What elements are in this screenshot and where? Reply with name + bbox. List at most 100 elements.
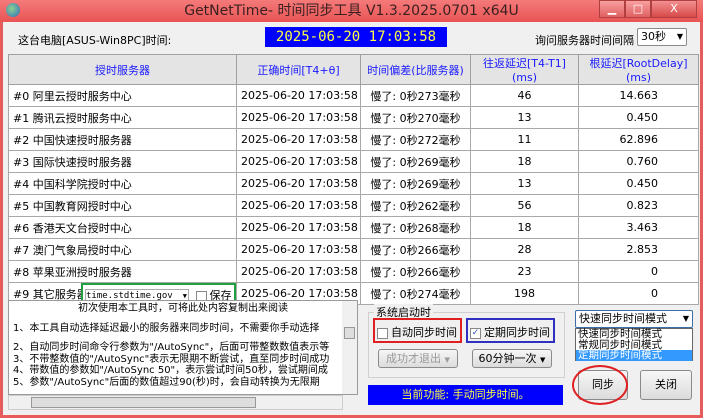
root-delay: 0.450: [578, 172, 699, 195]
time-offset: 慢了: 0秒266毫秒: [360, 238, 471, 261]
readme-title: 初次使用本工具时，可将此处内容复制出来阅读: [78, 303, 288, 314]
interval-label: 询问服务器时间间隔: [535, 34, 634, 47]
column-header[interactable]: 往返延迟[T4-T1](ms): [470, 54, 579, 85]
auto-sync-label: 自动同步时间: [391, 326, 457, 339]
round-trip-delay: 18: [470, 216, 579, 239]
column-header[interactable]: 时间偏差(比服务器): [360, 54, 471, 85]
server-name: #6 香港天文台授时中心: [8, 216, 237, 239]
pc-time-label: 这台电脑[ASUS-Win8PC]时间:: [18, 34, 172, 47]
correct-time: 2025-06-20 17:03:58: [236, 216, 361, 239]
table-row[interactable]: #5 中国教育网授时中心 2025-06-20 17:03:58 慢了: 0秒2…: [8, 194, 699, 217]
title-bar: GetNetTime- 时间同步工具 V1.3.2025.0701 x64U ▁…: [0, 0, 703, 22]
horizontal-scrollbar[interactable]: [8, 395, 343, 410]
periodic-sync-label: 定期同步时间: [484, 326, 550, 339]
mode-dropdown-list: 快速同步时间模式 常规同步时间模式 定期同步时间模式: [575, 328, 693, 361]
root-delay: 0.823: [578, 194, 699, 217]
time-offset: 慢了: 0秒270毫秒: [360, 106, 471, 129]
chevron-down-icon: ▼: [540, 356, 546, 364]
maximize-button[interactable]: □: [625, 0, 651, 18]
round-trip-delay: 46: [470, 84, 579, 107]
checkbox-icon: [377, 327, 388, 339]
correct-time: 2025-06-20 17:03:58: [236, 150, 361, 173]
time-offset: 慢了: 0秒269毫秒: [360, 150, 471, 173]
time-offset: 慢了: 0秒273毫秒: [360, 84, 471, 107]
round-trip-delay: 28: [470, 238, 579, 261]
exit-option-value: 成功才退出: [386, 352, 442, 365]
server-name: #7 澳门气象局授时中心: [8, 238, 237, 261]
table-row[interactable]: #0 阿里云授时服务中心 2025-06-20 17:03:58 慢了: 0秒2…: [8, 84, 699, 107]
round-trip-delay: 13: [470, 172, 579, 195]
time-offset: 慢了: 0秒269毫秒: [360, 172, 471, 195]
table-row[interactable]: #7 澳门气象局授时中心 2025-06-20 17:03:58 慢了: 0秒2…: [8, 238, 699, 261]
round-trip-delay: 11: [470, 128, 579, 151]
table-row[interactable]: #1 腾讯云授时服务中心 2025-06-20 17:03:58 慢了: 0秒2…: [8, 106, 699, 129]
chevron-down-icon: ▼: [444, 356, 450, 364]
correct-time: 2025-06-20 17:03:58: [236, 84, 361, 107]
local-clock: 2025-06-20 17:03:58: [265, 27, 447, 47]
server-table: 授时服务器 正确时间[T4+θ] 时间偏差(比服务器) 往返延迟[T4-T1](ms)…: [8, 54, 699, 305]
correct-time: 2025-06-20 17:03:58: [236, 260, 361, 283]
sync-highlight-circle: [572, 365, 628, 405]
round-trip-delay: 18: [470, 150, 579, 173]
mode-option[interactable]: 快速同步时间模式: [576, 329, 692, 340]
server-name: #0 阿里云授时服务中心: [8, 84, 237, 107]
server-name: #8 苹果亚洲授时服务器: [8, 260, 237, 283]
window-title: GetNetTime- 时间同步工具 V1.3.2025.0701 x64U: [184, 3, 519, 19]
readme-line: 2、自动同步时间命令行参数为"/AutoSync"，后面可带整数数值表示等: [13, 342, 330, 353]
server-name: #4 中国科学院授时中心: [8, 172, 237, 195]
auto-sync-checkbox[interactable]: 自动同步时间: [373, 318, 462, 343]
minimize-button[interactable]: ▁: [599, 0, 625, 18]
time-offset: 慢了: 0秒274毫秒: [360, 282, 471, 305]
round-trip-delay: 23: [470, 260, 579, 283]
table-row[interactable]: #2 中国快速授时服务器 2025-06-20 17:03:58 慢了: 0秒2…: [8, 128, 699, 151]
server-name: #1 腾讯云授时服务中心: [8, 106, 237, 129]
time-offset: 慢了: 0秒268毫秒: [360, 216, 471, 239]
mode-option[interactable]: 定期同步时间模式: [576, 350, 692, 361]
readme-textarea[interactable]: 初次使用本工具时，可将此处内容复制出来阅读 1、本工具自动选择延迟最小的服务器来…: [8, 300, 358, 395]
table-row[interactable]: #4 中国科学院授时中心 2025-06-20 17:03:58 慢了: 0秒2…: [8, 172, 699, 195]
root-delay: 3.463: [578, 216, 699, 239]
interval-value: 30秒: [641, 30, 666, 43]
close-window-button[interactable]: X: [651, 0, 697, 18]
periodic-sync-checkbox[interactable]: ✓ 定期同步时间: [466, 318, 555, 343]
mode-value: 快速同步时间模式: [579, 312, 667, 325]
table-row[interactable]: #3 国际快速授时服务器 2025-06-20 17:03:58 慢了: 0秒2…: [8, 150, 699, 173]
root-delay: 2.853: [578, 238, 699, 261]
status-bar: 当前功能: 手动同步时间。: [368, 385, 563, 405]
exit-option-select[interactable]: 成功才退出 ▼: [378, 349, 458, 368]
correct-time: 2025-06-20 17:03:58: [236, 194, 361, 217]
chevron-down-icon: ▼: [676, 32, 683, 41]
time-offset: 慢了: 0秒266毫秒: [360, 260, 471, 283]
globe-icon: [6, 3, 20, 17]
server-name: #5 中国教育网授时中心: [8, 194, 237, 217]
root-delay: 0: [578, 282, 699, 305]
close-button[interactable]: 关闭: [640, 370, 692, 400]
interval-select[interactable]: 30秒 ▼: [637, 28, 687, 46]
period-value: 60分钟一次: [478, 352, 537, 365]
correct-time: 2025-06-20 17:03:58: [236, 106, 361, 129]
table-row[interactable]: #8 苹果亚洲授时服务器 2025-06-20 17:03:58 慢了: 0秒2…: [8, 260, 699, 283]
correct-time: 2025-06-20 17:03:58: [236, 238, 361, 261]
custom-server-label: #9 其它服务器: [13, 287, 88, 301]
vertical-scrollbar[interactable]: [342, 301, 357, 394]
readme-line: 5、参数"/AutoSync"后面的数值超过90(秒)时，会自动转换为无限期: [13, 376, 320, 388]
round-trip-delay: 198: [470, 282, 579, 305]
root-delay: 0: [578, 260, 699, 283]
root-delay: 14.663: [578, 84, 699, 107]
correct-time: 2025-06-20 17:03:58: [236, 172, 361, 195]
mode-select[interactable]: 快速同步时间模式 ▼: [575, 310, 693, 328]
server-name: #3 国际快速授时服务器: [8, 150, 237, 173]
root-delay: 0.450: [578, 106, 699, 129]
table-row[interactable]: #6 香港天文台授时中心 2025-06-20 17:03:58 慢了: 0秒2…: [8, 216, 699, 239]
column-header[interactable]: 根延迟[RootDelay](ms): [578, 54, 699, 85]
readme-line: 1、本工具自动选择延迟最小的服务器来同步时间，不需要你手动选择: [13, 322, 320, 334]
time-offset: 慢了: 0秒262毫秒: [360, 194, 471, 217]
round-trip-delay: 13: [470, 106, 579, 129]
time-offset: 慢了: 0秒272毫秒: [360, 128, 471, 151]
correct-time: 2025-06-20 17:03:58: [236, 128, 361, 151]
round-trip-delay: 56: [470, 194, 579, 217]
period-select[interactable]: 60分钟一次 ▼: [472, 349, 552, 368]
column-header[interactable]: 正确时间[T4+θ]: [236, 54, 361, 85]
column-header[interactable]: 授时服务器: [8, 54, 237, 85]
readme-line: 4、带数值的参数如"/AutoSync 50"，表示尝试时间50秒，尝试期间成: [13, 365, 328, 376]
